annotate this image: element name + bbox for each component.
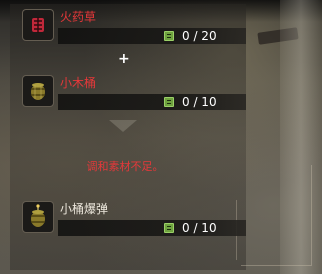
ingredient-count-bar (58, 94, 246, 110)
item-pouch-icon (164, 31, 174, 41)
insufficient-materials-message: 调和素材不足。 (86, 160, 164, 173)
gunpowder-herb-icon (22, 9, 54, 41)
small-barrel-icon (22, 75, 54, 107)
ingredient-count: 0 / 20 (182, 29, 217, 43)
result-name: 小桶爆弹 (60, 202, 109, 216)
result-arrow-icon (109, 120, 137, 132)
item-pouch-icon (164, 223, 174, 233)
ingredient-row-2[interactable]: 小木桶 0 / 10 (16, 70, 246, 112)
ingredient-count: 0 / 10 (182, 95, 217, 109)
ingredient-name: 小木桶 (60, 76, 97, 90)
result-row[interactable]: 小桶爆弹 0 / 10 (16, 196, 246, 238)
ingredient-count-bar (58, 28, 246, 44)
ingredient-name: 火药草 (60, 10, 97, 24)
ingredient-row-1[interactable]: 火药草 0 / 20 (16, 4, 246, 46)
result-count: 0 / 10 (182, 221, 217, 235)
combine-plus: + (118, 51, 130, 67)
panel-frame-ornament (241, 165, 312, 266)
barrel-bomb-icon (22, 201, 54, 233)
item-pouch-icon (164, 97, 174, 107)
result-count-bar (58, 220, 246, 236)
